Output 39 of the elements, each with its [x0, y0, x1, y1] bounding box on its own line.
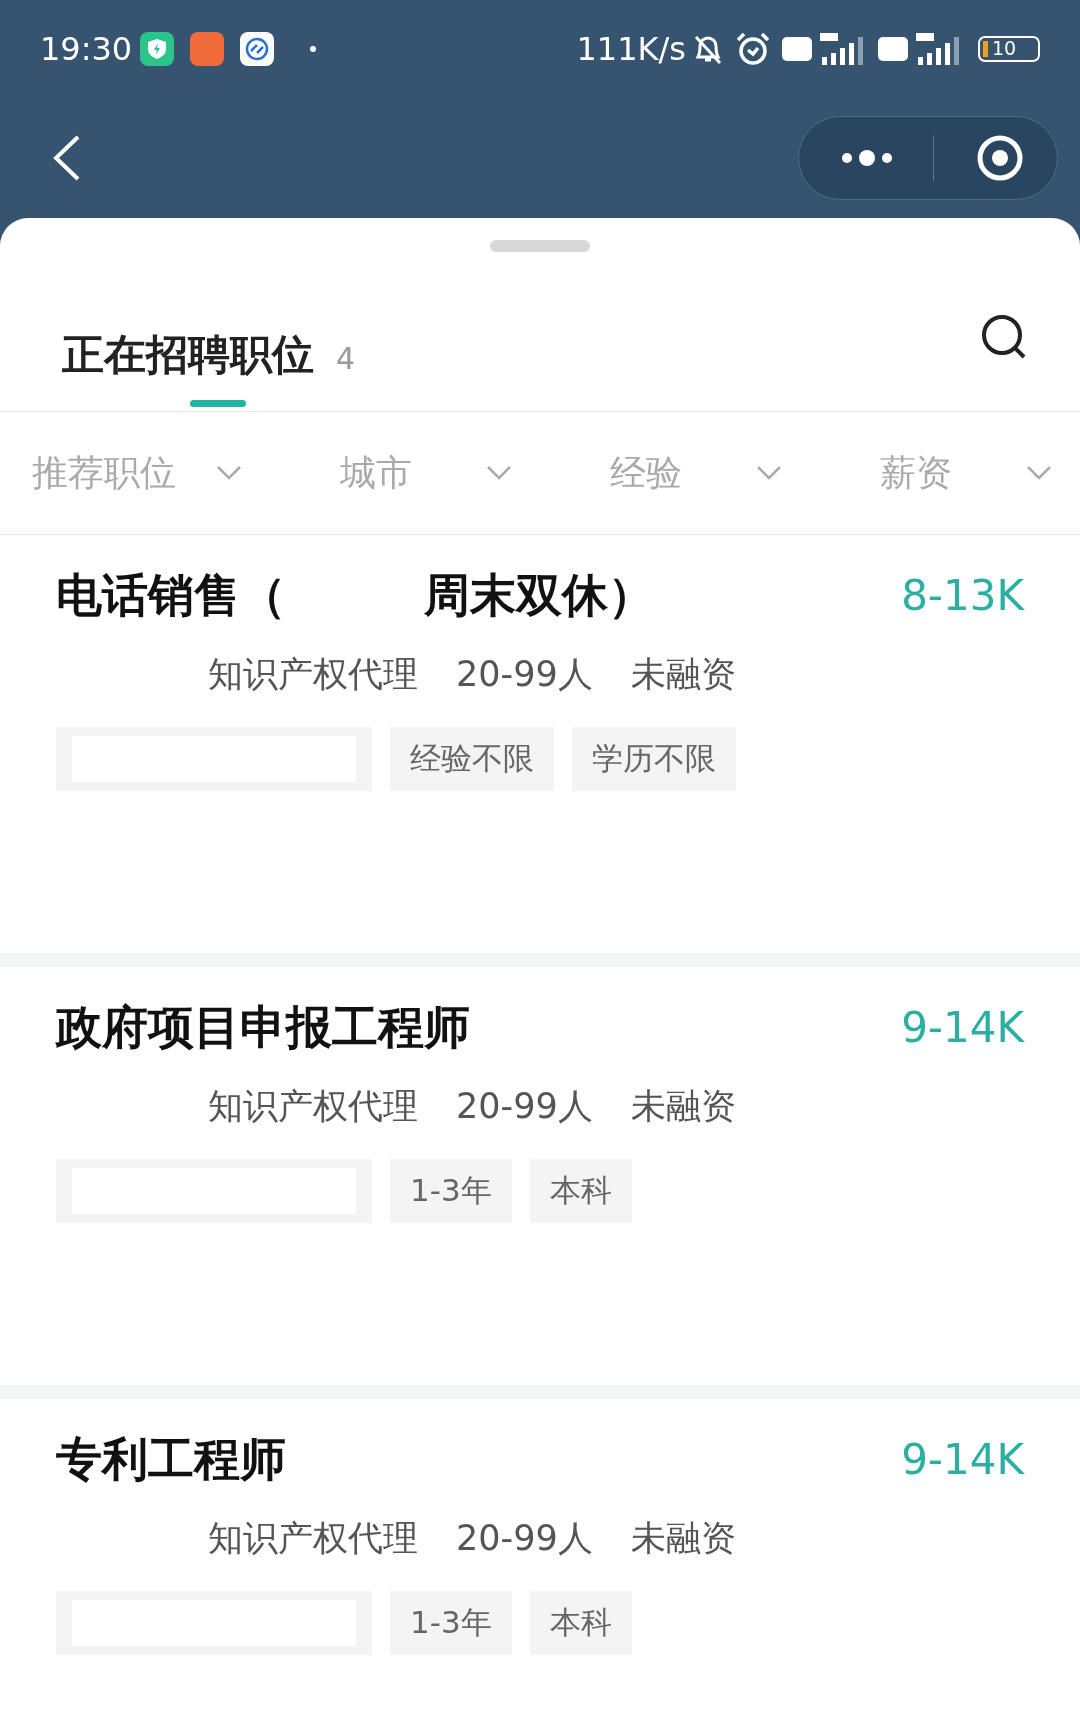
- salary: 8-13K: [901, 570, 1024, 622]
- job-tag: 本科: [529, 1158, 632, 1223]
- jobs-tab[interactable]: 正在招聘职位 4: [62, 323, 356, 411]
- back-icon[interactable]: [52, 133, 82, 182]
- job-tag: 经验不限: [390, 726, 554, 791]
- drag-handle[interactable]: [490, 240, 590, 252]
- company-info: 未融资: [630, 1085, 736, 1128]
- chevron-down-icon: [216, 465, 242, 481]
- job-tag: 学历不限: [572, 726, 736, 791]
- battery-fill: [983, 40, 988, 57]
- job-tag: 1-3年: [390, 1590, 512, 1655]
- job-count: 4: [336, 340, 356, 378]
- job-tag: 1-3年: [390, 1158, 512, 1223]
- more-icon[interactable]: [841, 149, 893, 166]
- chevron-down-icon: [486, 465, 512, 481]
- company-info: 知识产权代理: [208, 653, 418, 696]
- battery-level: 10: [992, 39, 1017, 58]
- company-info: 未融资: [630, 1517, 736, 1560]
- job-tag: 本科: [529, 1590, 632, 1655]
- circle-app-icon: [240, 31, 275, 66]
- company-info: 未融资: [630, 653, 736, 696]
- company-info: 20-99人: [456, 653, 593, 696]
- job-title[interactable]: 政府项目申报工程师: [56, 993, 470, 1062]
- tab-underline: [190, 400, 246, 407]
- company-info: 20-99人: [456, 1085, 593, 1128]
- status-time: 19:30: [40, 28, 133, 70]
- company-info: 知识产权代理: [208, 1085, 418, 1128]
- shield-app-icon: [140, 31, 175, 66]
- search-icon[interactable]: [980, 313, 1028, 361]
- salary: 9-14K: [901, 1002, 1024, 1054]
- salary: 9-14K: [901, 1434, 1024, 1486]
- chevron-down-icon: [1026, 465, 1052, 481]
- company-info: 20-99人: [456, 1517, 593, 1560]
- chevron-down-icon: [756, 465, 782, 481]
- network-speed: 111K/s: [576, 28, 686, 70]
- job-title[interactable]: 电话销售（ 周末双休）: [56, 561, 654, 630]
- job-title[interactable]: 专利工程师: [56, 1425, 286, 1494]
- company-info: 知识产权代理: [208, 1517, 418, 1560]
- close-target-icon[interactable]: [976, 133, 1024, 182]
